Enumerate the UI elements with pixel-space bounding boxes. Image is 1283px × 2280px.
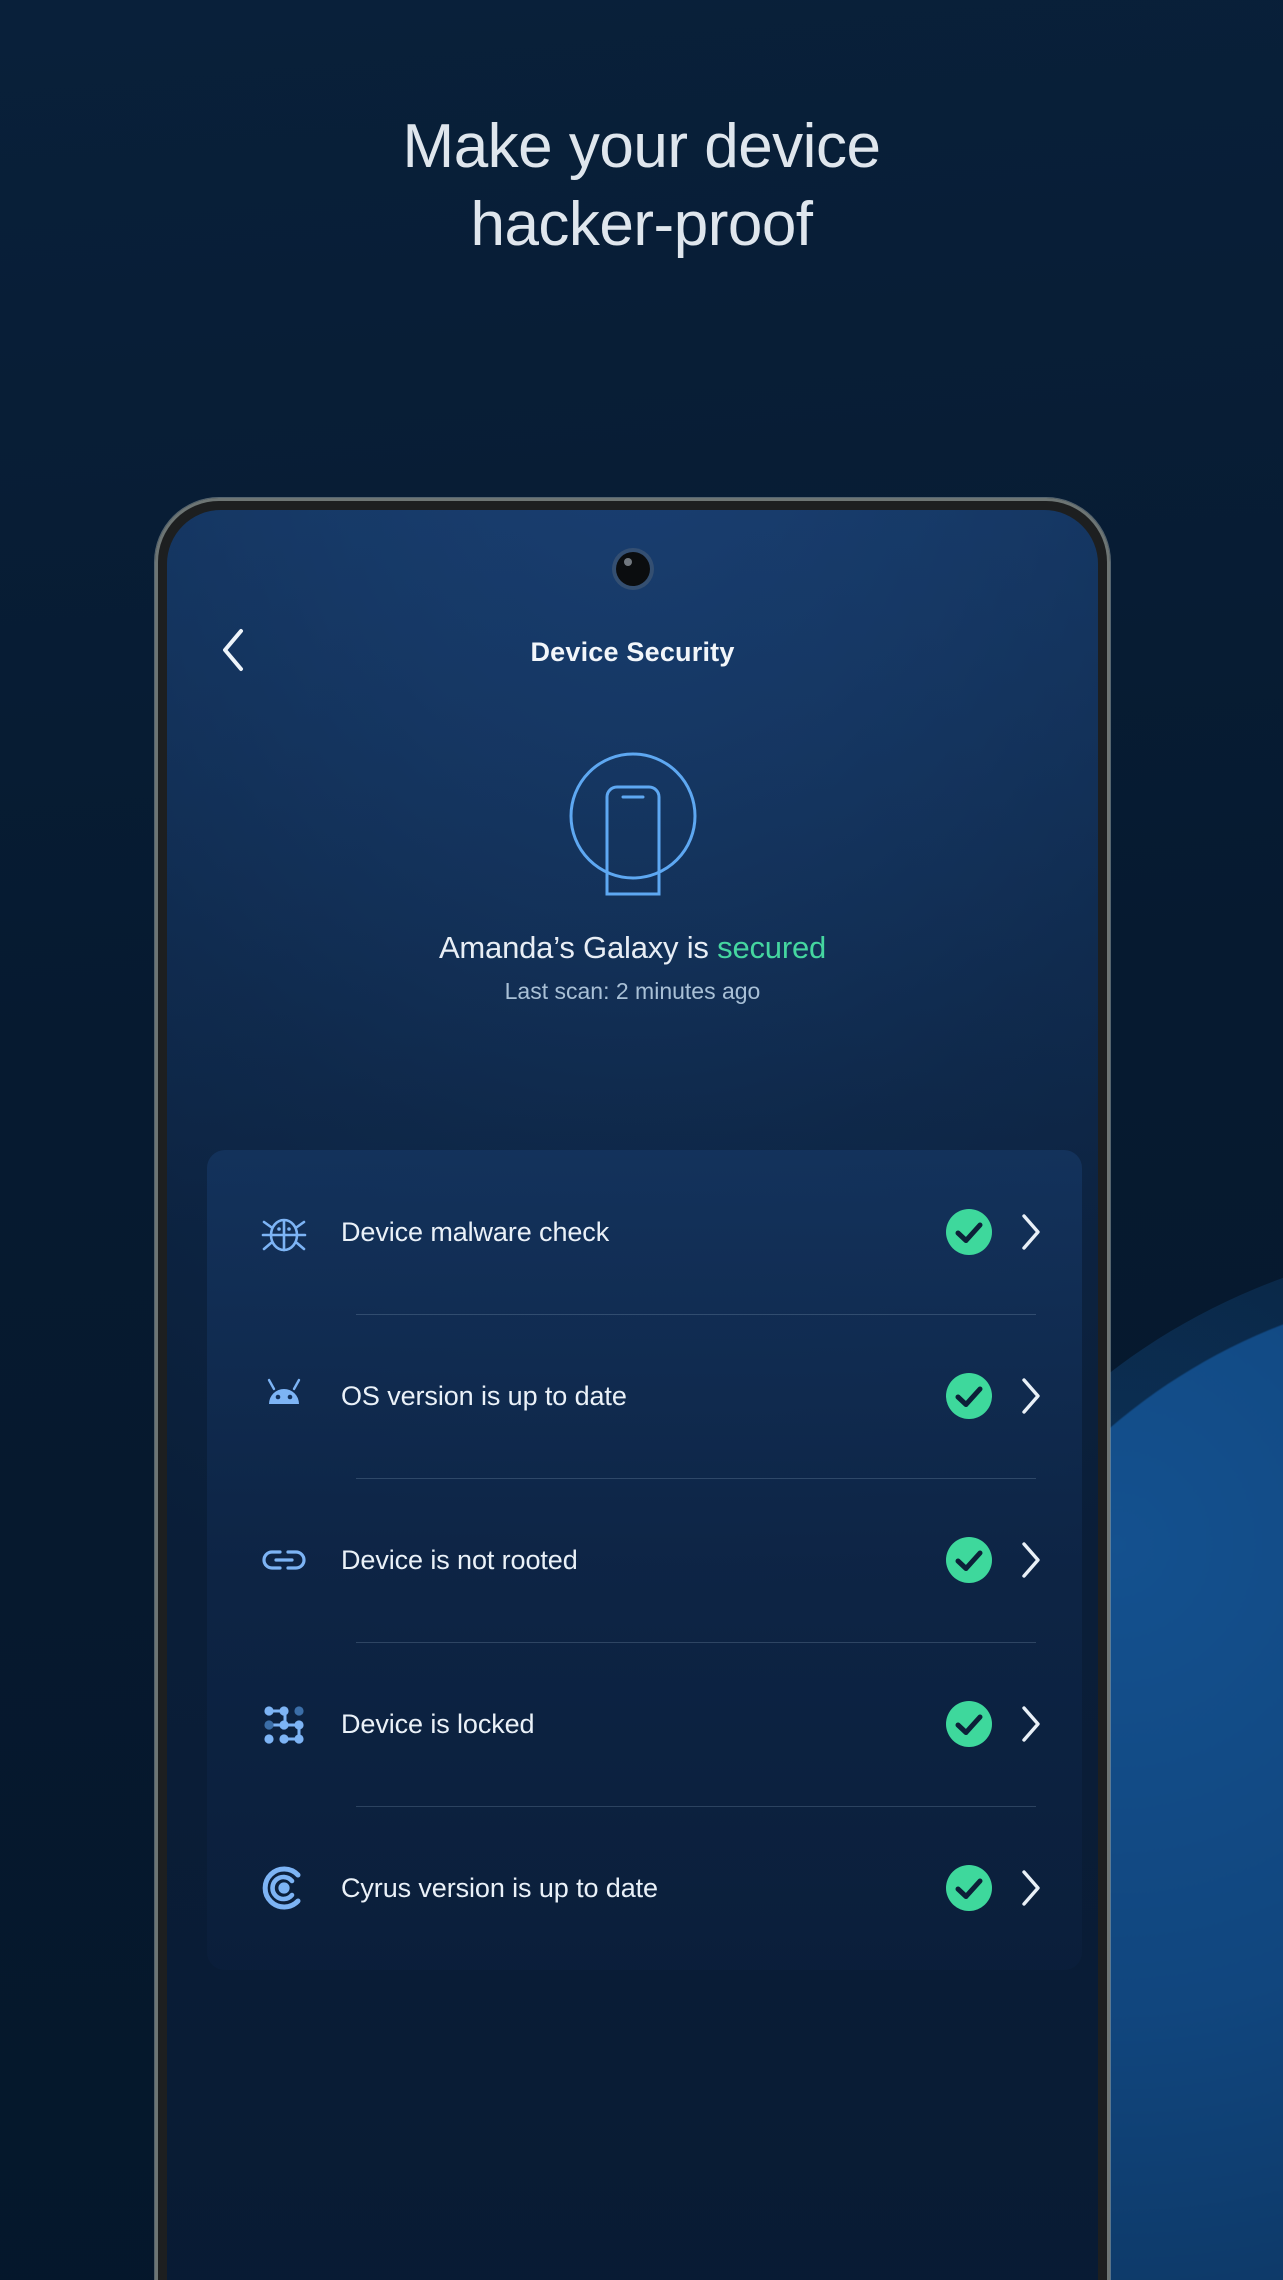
list-item[interactable]: Device malware check (241, 1150, 1048, 1314)
list-item-label: Device malware check (341, 1216, 610, 1247)
check-circle-icon (946, 1537, 992, 1583)
check-circle-icon (946, 1865, 992, 1911)
cyrus-logo-icon (241, 1862, 327, 1914)
list-item-label: Device is not rooted (341, 1544, 578, 1575)
device-status-value: secured (717, 930, 827, 965)
check-circle-icon (946, 1701, 992, 1747)
front-camera-punchhole (615, 552, 650, 586)
list-item[interactable]: OS version is up to date (241, 1314, 1048, 1478)
device-status-prefix: Amanda’s Galaxy is (438, 930, 718, 965)
chevron-right-icon[interactable] (992, 1869, 1048, 1907)
list-item[interactable]: Device is not rooted (241, 1478, 1048, 1642)
phone-mockup: Device Security Amanda’s Galaxy is secur… (155, 498, 1110, 2280)
promo-headline: Make your device hacker-proof (0, 108, 1283, 264)
promo-screenshot: Make your device hacker-proof Device Sec… (0, 0, 1283, 2280)
list-item-label: OS version is up to date (341, 1380, 627, 1411)
chevron-right-icon[interactable] (992, 1541, 1048, 1579)
list-item-label: Device is locked (341, 1708, 535, 1739)
phone-screen: Device Security Amanda’s Galaxy is secur… (167, 510, 1098, 2280)
security-checks-card: Device malware check OS version is up to… (207, 1150, 1082, 1970)
chevron-right-icon[interactable] (992, 1213, 1048, 1251)
app-bar: Device Security (167, 620, 1098, 684)
check-circle-icon (946, 1209, 992, 1255)
last-scan-text: Last scan: 2 minutes ago (504, 978, 761, 1004)
link-icon (241, 1534, 327, 1586)
bug-icon (241, 1207, 327, 1257)
page-title: Device Security (530, 636, 735, 667)
chevron-right-icon[interactable] (992, 1705, 1048, 1743)
device-in-circle-icon (563, 750, 703, 896)
headline-line-2: hacker-proof (470, 190, 813, 260)
android-icon (241, 1371, 327, 1421)
list-item-label: Cyrus version is up to date (341, 1872, 658, 1903)
chevron-right-icon[interactable] (992, 1377, 1048, 1415)
back-button[interactable] (209, 628, 257, 676)
headline-line-1: Make your device (402, 112, 881, 181)
pattern-lock-icon (241, 1699, 327, 1749)
list-item[interactable]: Cyrus version is up to date (241, 1806, 1048, 1970)
check-circle-icon (946, 1373, 992, 1419)
device-status-title: Amanda’s Galaxy is secured (439, 930, 826, 966)
chevron-left-icon (220, 628, 246, 677)
security-status-hero: Amanda’s Galaxy is secured Last scan: 2 … (167, 750, 1098, 1005)
list-item[interactable]: Device is locked (241, 1642, 1048, 1806)
